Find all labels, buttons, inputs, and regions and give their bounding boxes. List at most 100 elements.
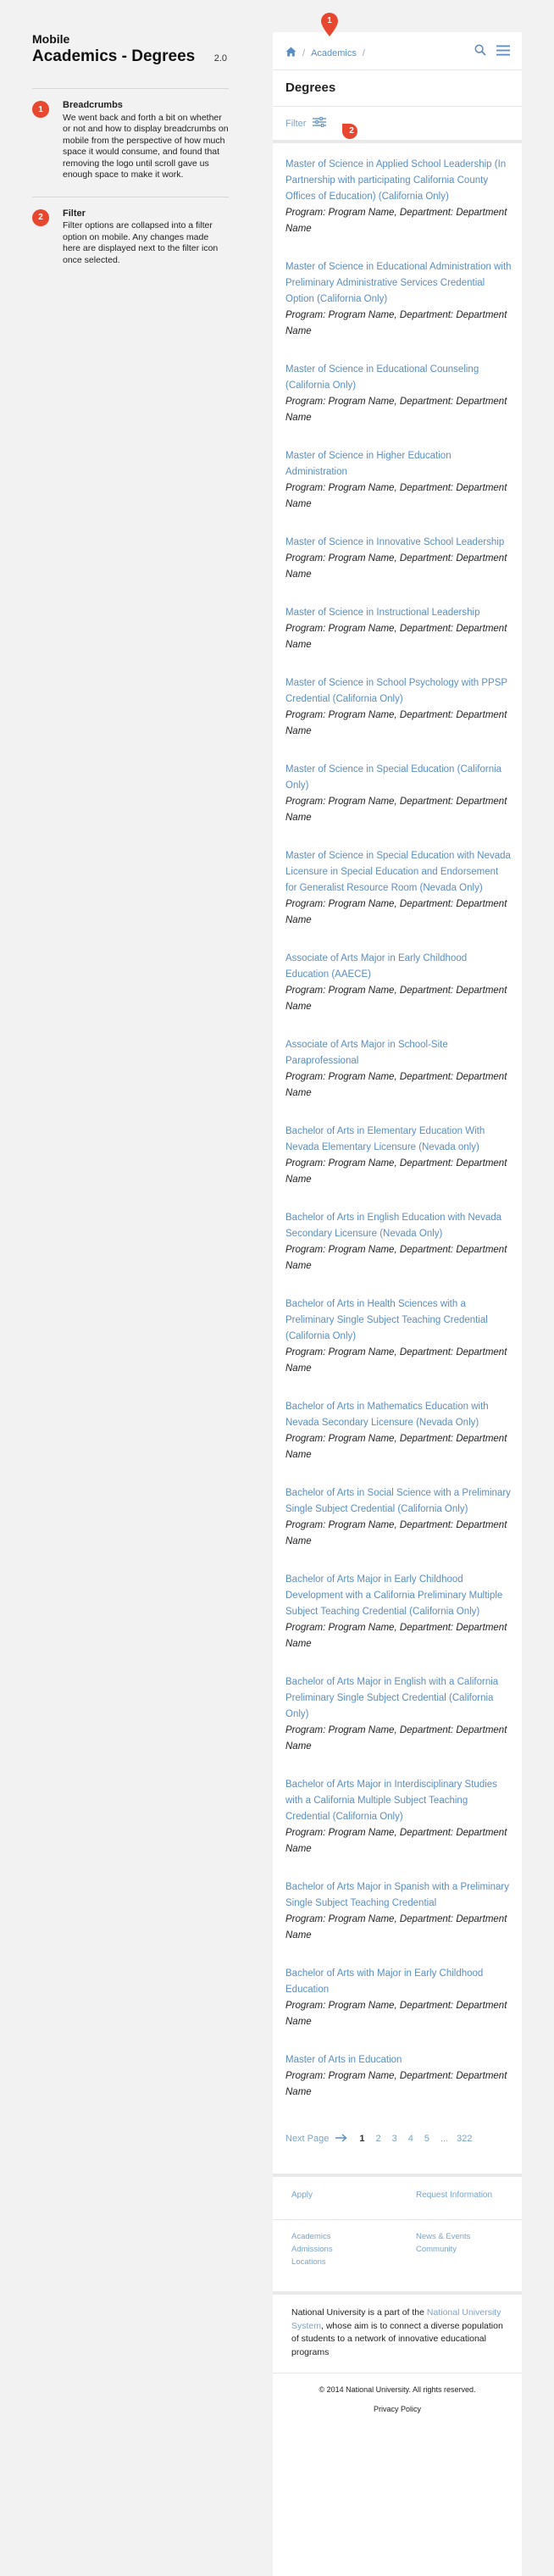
annotation-column: Mobile Academics - Degrees 2.0 1 Breadcr… xyxy=(32,32,229,266)
footer-about: National University is a part of the Nat… xyxy=(273,2291,522,2373)
list-item: Master of Science in Innovative School L… xyxy=(285,535,512,583)
program-link[interactable]: Master of Science in Applied School Lead… xyxy=(285,157,512,205)
program-meta: Program: Program Name, Department: Depar… xyxy=(285,710,507,736)
program-link[interactable]: Bachelor of Arts in Social Science with … xyxy=(285,1485,512,1518)
list-item: Master of Science in Educational Adminis… xyxy=(285,259,512,340)
program-link[interactable]: Associate of Arts Major in Early Childho… xyxy=(285,951,512,983)
program-meta: Program: Program Name, Department: Depar… xyxy=(285,1828,507,1854)
program-meta: Program: Program Name, Department: Depar… xyxy=(285,1914,507,1940)
program-link[interactable]: Bachelor of Arts Major in Interdisciplin… xyxy=(285,1777,512,1825)
footer-request-info-link[interactable]: Request Information xyxy=(397,2190,522,2219)
program-link[interactable]: Master of Science in Special Education w… xyxy=(285,848,512,897)
program-link[interactable]: Master of Science in Innovative School L… xyxy=(285,535,512,551)
note-filter: 2 Filter Filter options are collapsed in… xyxy=(32,197,229,267)
callout-pin-1: 1 xyxy=(319,12,340,42)
list-item: Master of Science in Special Education (… xyxy=(285,762,512,826)
footer-about-suffix: , whose aim is to connect a diverse popu… xyxy=(291,2320,503,2357)
program-link[interactable]: Bachelor of Arts in Mathematics Educatio… xyxy=(285,1399,512,1431)
program-link[interactable]: Master of Science in Special Education (… xyxy=(285,762,512,794)
program-link[interactable]: Bachelor of Arts Major in English with a… xyxy=(285,1674,512,1723)
note-text: Filter options are collapsed into a filt… xyxy=(63,220,219,265)
page-link-5[interactable]: 5 xyxy=(424,2134,429,2144)
list-item: Master of Science in Special Education w… xyxy=(285,848,512,929)
program-meta: Program: Program Name, Department: Depar… xyxy=(285,1623,507,1649)
footer-link-community[interactable]: Community xyxy=(416,2245,522,2254)
program-meta: Program: Program Name, Department: Depar… xyxy=(285,797,507,823)
top-bar: / Academics / xyxy=(273,32,522,70)
note-breadcrumbs: 1 Breadcrumbs We went back and forth a b… xyxy=(32,89,229,181)
search-icon[interactable] xyxy=(474,44,486,60)
program-meta: Program: Program Name, Department: Depar… xyxy=(285,1520,507,1546)
list-item: Bachelor of Arts in Elementary Education… xyxy=(285,1124,512,1188)
program-link[interactable]: Bachelor of Arts in English Education wi… xyxy=(285,1210,512,1242)
copyright-text: © 2014 National University. All rights r… xyxy=(319,2385,476,2394)
sliders-icon[interactable] xyxy=(313,116,327,131)
breadcrumb-academics[interactable]: Academics xyxy=(311,48,357,58)
program-link[interactable]: Master of Arts in Education xyxy=(285,2052,512,2068)
program-link[interactable]: Master of Science in Higher Education Ad… xyxy=(285,448,512,480)
program-meta: Program: Program Name, Department: Depar… xyxy=(285,1245,507,1271)
program-link[interactable]: Bachelor of Arts with Major in Early Chi… xyxy=(285,1966,512,1998)
program-link[interactable]: Master of Science in School Psychology w… xyxy=(285,675,512,708)
list-item: Master of Science in Instructional Leade… xyxy=(285,605,512,653)
program-meta: Program: Program Name, Department: Depar… xyxy=(285,208,507,234)
list-item: Bachelor of Arts Major in Interdisciplin… xyxy=(285,1777,512,1857)
pagination: Next Page 1 2 3 4 5 ... 322 xyxy=(273,2123,522,2153)
program-meta: Program: Program Name, Department: Depar… xyxy=(285,624,507,650)
footer-link-locations[interactable]: Locations xyxy=(291,2257,397,2267)
program-meta: Program: Program Name, Department: Depar… xyxy=(285,1725,507,1752)
program-meta: Program: Program Name, Department: Depar… xyxy=(285,899,507,925)
program-link[interactable]: Associate of Arts Major in School-Site P… xyxy=(285,1037,512,1069)
list-item: Bachelor of Arts in Social Science with … xyxy=(285,1485,512,1550)
footer-apply-link[interactable]: Apply xyxy=(273,2190,397,2219)
footer-link-academics[interactable]: Academics xyxy=(291,2232,397,2241)
privacy-policy-link[interactable]: Privacy Policy xyxy=(273,2405,522,2413)
program-link[interactable]: Master of Science in Instructional Leade… xyxy=(285,605,512,621)
list-item: Associate of Arts Major in Early Childho… xyxy=(285,951,512,1015)
hamburger-menu-icon[interactable] xyxy=(496,45,510,60)
footer-link-news-events[interactable]: News & Events xyxy=(416,2232,522,2241)
next-page-link[interactable]: Next Page xyxy=(285,2134,329,2144)
program-meta: Program: Program Name, Department: Depar… xyxy=(285,2001,507,2027)
list-item: Bachelor of Arts Major in Early Childhoo… xyxy=(285,1572,512,1652)
list-item: Associate of Arts Major in School-Site P… xyxy=(285,1037,512,1102)
top-icons xyxy=(474,44,510,60)
home-icon[interactable] xyxy=(285,47,296,59)
list-item: Bachelor of Arts in Mathematics Educatio… xyxy=(285,1399,512,1463)
doc-title: Academics - Degrees xyxy=(32,47,196,65)
list-item: Master of Science in Applied School Lead… xyxy=(285,157,512,237)
arrow-right-icon[interactable] xyxy=(335,2133,348,2145)
page-link-last[interactable]: 322 xyxy=(457,2134,472,2144)
page-title: Degrees xyxy=(285,80,336,95)
breadcrumb: / Academics / xyxy=(285,47,371,59)
program-link[interactable]: Bachelor of Arts Major in Spanish with a… xyxy=(285,1879,512,1912)
footer-primary-links: Apply Request Information xyxy=(273,2174,522,2219)
program-meta: Program: Program Name, Department: Depar… xyxy=(285,397,507,423)
page-link-4[interactable]: 4 xyxy=(408,2134,413,2144)
program-meta: Program: Program Name, Department: Depar… xyxy=(285,2071,507,2097)
list-item: Bachelor of Arts in Health Sciences with… xyxy=(285,1296,512,1377)
program-meta: Program: Program Name, Department: Depar… xyxy=(285,1434,507,1460)
program-link[interactable]: Bachelor of Arts in Health Sciences with… xyxy=(285,1296,512,1345)
page-link-3[interactable]: 3 xyxy=(392,2134,397,2144)
program-link[interactable]: Master of Science in Educational Adminis… xyxy=(285,259,512,308)
filter-button[interactable]: Filter xyxy=(285,119,306,129)
footer-col-right: News & Events Community xyxy=(397,2232,522,2283)
footer-link-admissions[interactable]: Admissions xyxy=(291,2245,397,2254)
doc-kicker: Mobile xyxy=(32,32,70,46)
mobile-screen: / Academics / Degrees Filter Master of S… xyxy=(273,32,522,2576)
callout-pin-number: 2 xyxy=(349,126,354,136)
page-link-1[interactable]: 1 xyxy=(359,2134,364,2144)
program-meta: Program: Program Name, Department: Depar… xyxy=(285,483,507,509)
program-link[interactable]: Bachelor of Arts in Elementary Education… xyxy=(285,1124,512,1156)
note-text: We went back and forth a bit on whether … xyxy=(63,112,229,180)
program-meta: Program: Program Name, Department: Depar… xyxy=(285,1158,507,1185)
list-item: Master of Science in Educational Counsel… xyxy=(285,362,512,426)
page-link-2[interactable]: 2 xyxy=(376,2134,381,2144)
program-meta: Program: Program Name, Department: Depar… xyxy=(285,1347,507,1374)
callout-pin-2: 2 xyxy=(341,122,359,145)
program-link[interactable]: Bachelor of Arts Major in Early Childhoo… xyxy=(285,1572,512,1620)
note-title: Filter xyxy=(63,208,86,219)
program-link[interactable]: Master of Science in Educational Counsel… xyxy=(285,362,512,394)
filter-bar: Filter xyxy=(273,106,522,143)
